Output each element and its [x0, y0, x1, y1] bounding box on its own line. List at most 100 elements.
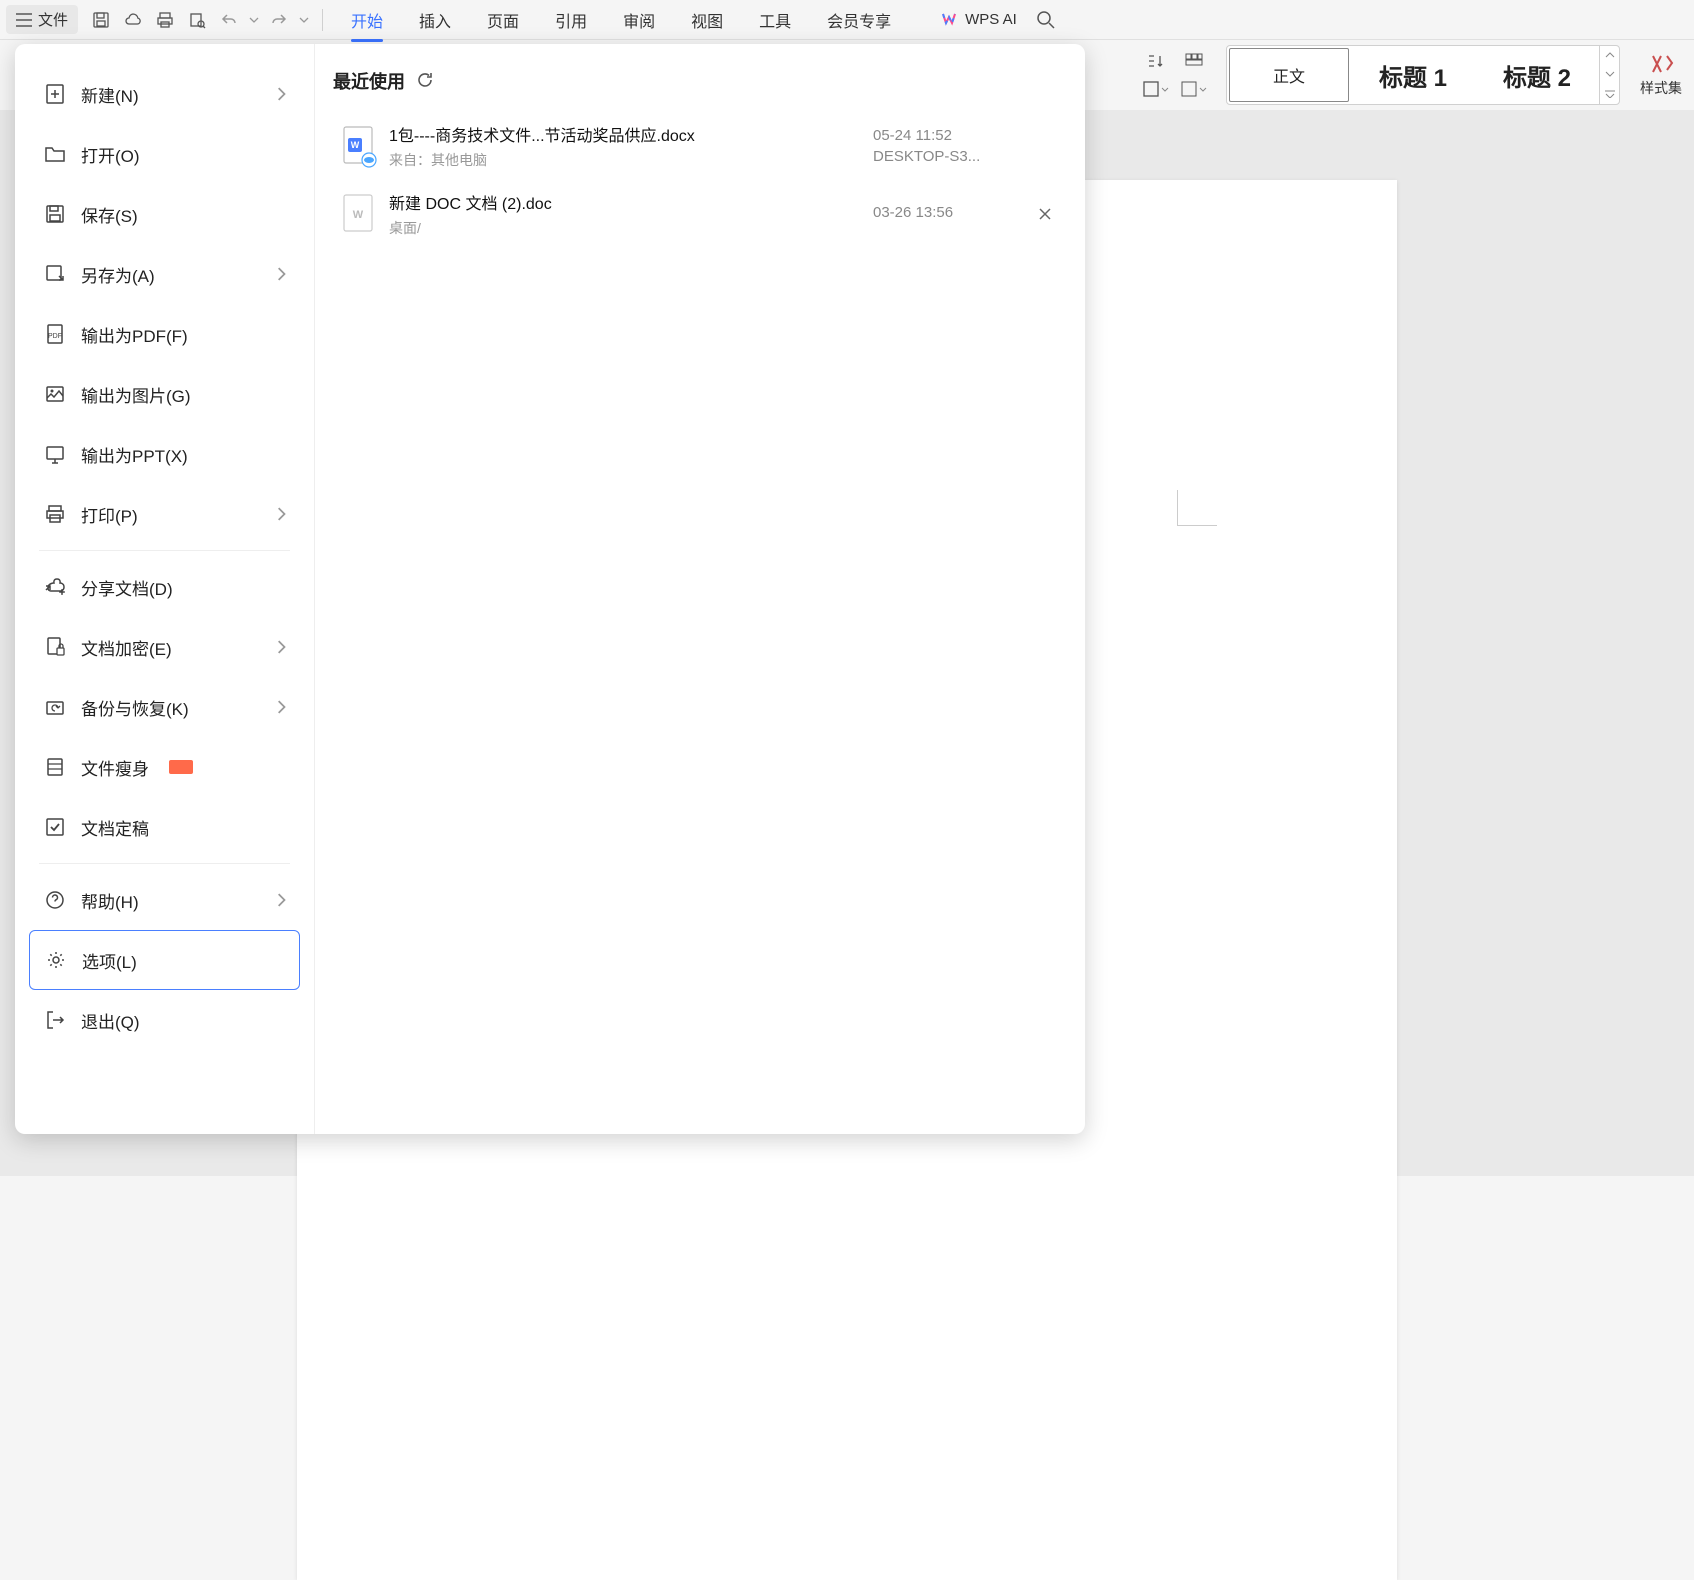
tab-cite[interactable]: 引用	[537, 0, 605, 40]
redo-icon	[270, 11, 288, 29]
search-button[interactable]	[1031, 5, 1061, 35]
style-scroll-up[interactable]	[1605, 52, 1615, 58]
file-menu-save[interactable]: 保存(S)	[29, 184, 300, 244]
slim-icon	[43, 755, 67, 779]
file-menu-export-pdf[interactable]: PDF 输出为PDF(F)	[29, 304, 300, 364]
file-menu-encrypt[interactable]: 文档加密(E)	[29, 617, 300, 677]
recent-file-time: 03-26 13:56	[873, 204, 953, 221]
file-menu-slim[interactable]: 文件瘦身	[29, 737, 300, 797]
file-menu-button[interactable]: 文件	[6, 5, 78, 34]
print-icon	[43, 502, 67, 526]
help-icon	[43, 888, 67, 912]
file-menu-open[interactable]: 打开(O)	[29, 124, 300, 184]
file-menu-options[interactable]: 选项(L)	[29, 930, 300, 990]
file-menu-label: 备份与恢复(K)	[81, 695, 189, 720]
bg-icon	[1181, 81, 1197, 97]
save-icon	[43, 202, 67, 226]
tab-insert[interactable]: 插入	[401, 0, 469, 40]
style-normal[interactable]: 正文	[1229, 48, 1349, 102]
border-icon	[1143, 81, 1159, 97]
recent-file-name: 1包----商务技术文件...节活动奖品供应.docx	[389, 122, 873, 146]
chevron-right-icon	[276, 267, 286, 281]
bg-button[interactable]	[1178, 76, 1210, 102]
wps-ai-button[interactable]: WPS AI	[939, 10, 1017, 30]
save-button[interactable]	[86, 5, 116, 35]
tab-tools[interactable]: 工具	[741, 0, 809, 40]
separator	[39, 863, 290, 864]
style-set-label: 样式集	[1640, 78, 1682, 98]
file-menu-finalize[interactable]: 文档定稿	[29, 797, 300, 857]
recent-file-item[interactable]: W 1包----商务技术文件...节活动奖品供应.docx 来自：其他电脑 05…	[333, 112, 1067, 180]
share-icon	[43, 575, 67, 599]
file-menu-save-as[interactable]: 另存为(A)	[29, 244, 300, 304]
recent-panel: 最近使用 W 1包----商务技术文件...节活动奖品供应.docx 来自：其他…	[315, 44, 1085, 1134]
file-menu-help[interactable]: 帮助(H)	[29, 870, 300, 930]
style-set-button[interactable]: 样式集	[1636, 52, 1686, 98]
open-icon	[43, 142, 67, 166]
recent-file-device: DESKTOP-S3...	[873, 148, 980, 165]
file-menu-share[interactable]: 分享文档(D)	[29, 557, 300, 617]
tab-view[interactable]: 视图	[673, 0, 741, 40]
print-preview-button[interactable]	[182, 5, 212, 35]
file-menu-export-img[interactable]: 输出为图片(G)	[29, 364, 300, 424]
recent-file-location: 桌面/	[389, 218, 873, 238]
file-menu-label: 新建(N)	[81, 82, 139, 107]
style-gallery: 正文 标题 1 标题 2	[1226, 45, 1620, 105]
svg-text:W: W	[351, 140, 360, 150]
text-tools-button[interactable]	[1178, 48, 1210, 74]
wps-ai-label: WPS AI	[965, 11, 1017, 28]
tab-review[interactable]: 审阅	[605, 0, 673, 40]
refresh-button[interactable]	[415, 70, 437, 92]
refresh-icon	[415, 70, 435, 90]
tab-vip[interactable]: 会员专享	[809, 0, 909, 40]
file-menu-label: 帮助(H)	[81, 888, 139, 913]
style-heading1[interactable]: 标题 1	[1353, 48, 1473, 102]
file-menu-label: 退出(Q)	[81, 1008, 140, 1033]
save-as-icon	[43, 262, 67, 286]
svg-text:W: W	[353, 209, 364, 221]
style-scroll-down[interactable]	[1605, 71, 1615, 77]
chevron-down-icon	[249, 17, 259, 23]
file-menu-backup[interactable]: 备份与恢复(K)	[29, 677, 300, 737]
file-menu-new[interactable]: 新建(N)	[29, 64, 300, 124]
sort-button[interactable]	[1140, 48, 1172, 74]
qat-customize-dropdown[interactable]	[296, 17, 312, 23]
file-menu-export-ppt[interactable]: 输出为PPT(X)	[29, 424, 300, 484]
recent-file-time: 05-24 11:52	[873, 127, 952, 144]
recent-file-name: 新建 DOC 文档 (2).doc	[389, 190, 873, 214]
gear-icon	[44, 948, 68, 972]
file-menu-label: 保存(S)	[81, 202, 138, 227]
print-button[interactable]	[150, 5, 180, 35]
cloud-sync-button[interactable]	[118, 5, 148, 35]
print-preview-icon	[188, 11, 206, 29]
undo-icon	[220, 11, 238, 29]
undo-dropdown[interactable]	[246, 17, 262, 23]
file-menu-label: 输出为图片(G)	[81, 382, 191, 407]
file-menu-exit[interactable]: 退出(Q)	[29, 990, 300, 1050]
save-icon	[92, 11, 110, 29]
svg-text:PDF: PDF	[48, 333, 62, 340]
redo-button[interactable]	[264, 5, 294, 35]
style-expand[interactable]	[1605, 90, 1615, 98]
recent-file-item[interactable]: W 新建 DOC 文档 (2).doc 桌面/ 03-26 13:56	[333, 180, 1067, 248]
style-heading2[interactable]: 标题 2	[1477, 48, 1597, 102]
separator	[39, 550, 290, 551]
quick-access-toolbar	[86, 5, 312, 35]
chevron-down-icon	[1199, 87, 1207, 92]
chevron-right-icon	[276, 700, 286, 714]
file-dropdown: 新建(N) 打开(O) 保存(S) 另存为(A)	[15, 44, 1085, 1134]
recent-header: 最近使用	[333, 68, 405, 94]
file-menu-print[interactable]: 打印(P)	[29, 484, 300, 544]
style-set-icon	[1647, 52, 1675, 76]
chevron-down-icon	[1605, 71, 1615, 77]
image-icon	[43, 382, 67, 406]
border-button[interactable]	[1140, 76, 1172, 102]
recent-remove-button[interactable]	[1033, 202, 1057, 226]
tab-start[interactable]: 开始	[333, 0, 401, 40]
file-menu-label: 文档定稿	[81, 815, 149, 840]
undo-button[interactable]	[214, 5, 244, 35]
tab-page[interactable]: 页面	[469, 0, 537, 40]
chevron-right-icon	[276, 640, 286, 654]
recent-file-location: 来自：其他电脑	[389, 150, 873, 170]
new-badge-icon	[169, 760, 193, 774]
